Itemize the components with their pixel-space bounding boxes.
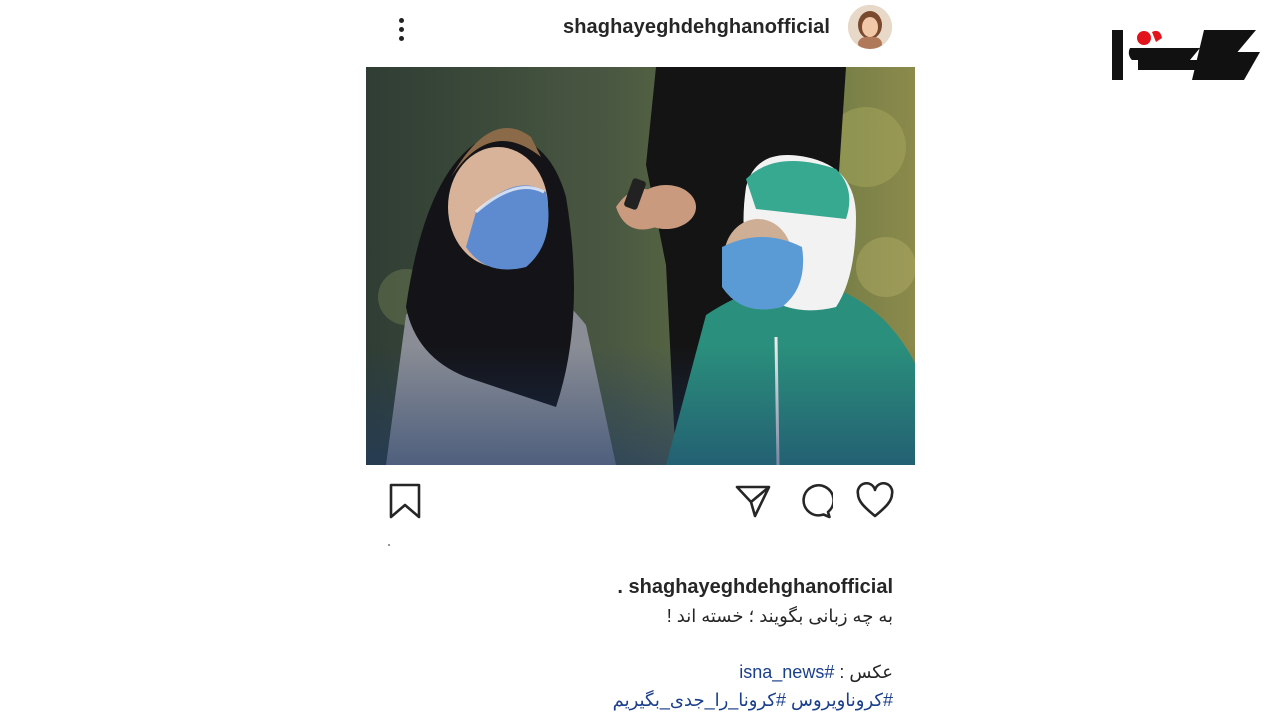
bookmark-icon[interactable]: [386, 482, 424, 520]
more-options-icon[interactable]: [390, 14, 412, 44]
post-username[interactable]: shaghayeghdehghanofficial: [563, 16, 830, 39]
heart-icon[interactable]: [856, 481, 894, 520]
carousel-dot: [388, 544, 390, 546]
instagram-post-screenshot: shaghayeghdehghanofficial . shaghayeghde…: [0, 0, 1280, 719]
rokna-logo: [1108, 22, 1264, 84]
caption-header: . shaghayeghdehghanofficial: [333, 576, 893, 599]
credit-hashtag-link[interactable]: #isna_news: [739, 662, 834, 682]
post-photo[interactable]: [366, 67, 915, 465]
comment-icon[interactable]: [795, 482, 835, 520]
credit-label: عکس :: [839, 662, 893, 682]
caption-text: به چه زبانی بگویند ؛ خسته اند !: [666, 606, 893, 626]
caption-separator: .: [617, 576, 623, 598]
caption-username[interactable]: shaghayeghdehghanofficial: [629, 576, 893, 598]
caption-credit: عکس : #isna_news: [333, 662, 893, 683]
avatar[interactable]: [848, 5, 892, 49]
send-icon[interactable]: [734, 482, 772, 520]
caption-hashtags[interactable]: #کروناویروس #کرونا_را_جدی_بگیریم: [333, 690, 893, 711]
